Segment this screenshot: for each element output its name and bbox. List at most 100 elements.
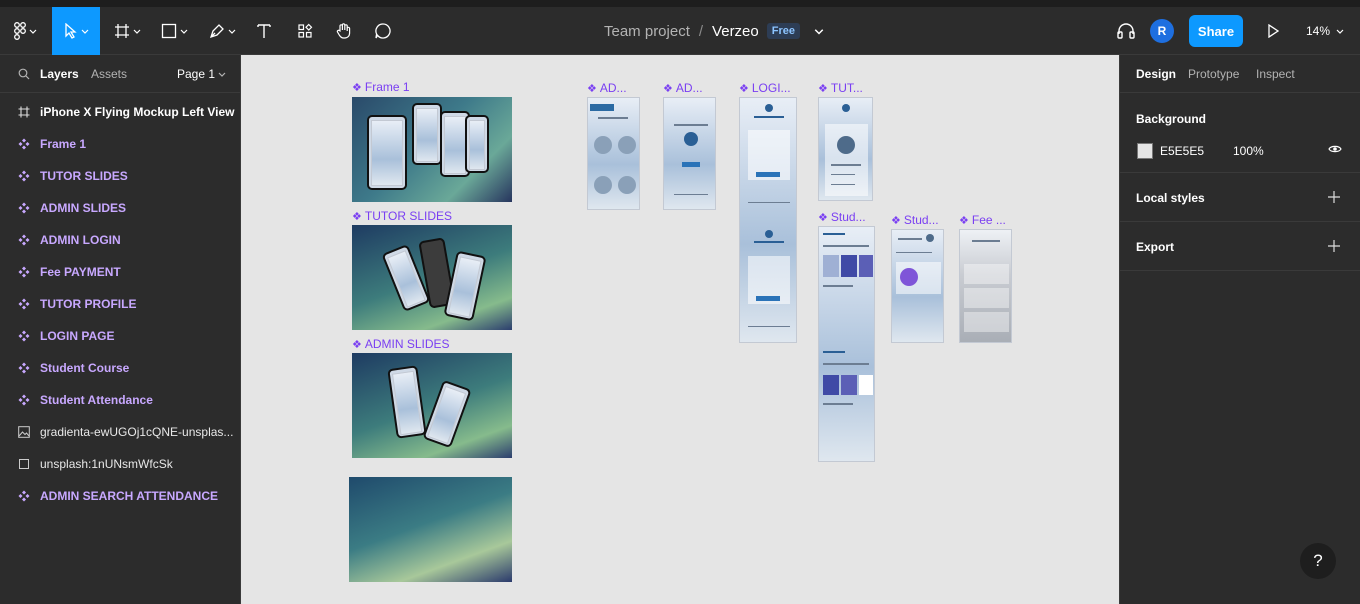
phone-screen [448, 256, 482, 318]
gradient-background-image[interactable] [349, 477, 512, 582]
fee-payment-screen[interactable] [959, 229, 1012, 343]
layer-label: Student Attendance [40, 393, 153, 407]
pen-tool-icon [209, 24, 224, 39]
screen-text [598, 117, 628, 119]
layer-item[interactable]: ADMIN SEARCH ATTENDANCE [0, 480, 240, 512]
file-menu-chevron-icon[interactable] [814, 26, 824, 36]
frame-label[interactable]: ❖ Stud... [891, 213, 939, 227]
component-icon [18, 170, 30, 182]
frame-label[interactable]: ❖ Stud... [818, 210, 866, 224]
student-course-screen[interactable] [818, 226, 875, 462]
page-name: Page 1 [177, 67, 216, 81]
layer-item[interactable]: ADMIN SLIDES [0, 192, 240, 224]
move-tool-button[interactable] [52, 7, 100, 55]
layer-item[interactable]: unsplash:1nUNsmWfcSk [0, 448, 240, 480]
audio-button[interactable] [1112, 7, 1140, 55]
background-opacity-input[interactable]: 100% [1233, 144, 1264, 158]
tab-design[interactable]: Design [1136, 67, 1176, 81]
figma-menu-icon [13, 22, 26, 40]
plus-icon[interactable] [1328, 240, 1340, 252]
student-attendance-screen[interactable] [891, 229, 944, 343]
login-page-screen[interactable] [739, 97, 797, 343]
phone-screen [371, 120, 403, 186]
search-icon[interactable] [18, 68, 30, 80]
component-icon [18, 234, 30, 246]
tab-inspect[interactable]: Inspect [1256, 67, 1295, 81]
layer-item[interactable]: LOGIN PAGE [0, 320, 240, 352]
screen-button [756, 172, 780, 177]
design-canvas[interactable]: ❖ Frame 1 ❖ TUTOR SLIDES ❖ ADMIN SLIDES ❖ AD… [241, 55, 1119, 604]
layer-item[interactable]: TUTOR SLIDES [0, 160, 240, 192]
layer-item[interactable]: TUTOR PROFILE [0, 288, 240, 320]
comment-tool-button[interactable] [370, 7, 396, 55]
eye-icon[interactable] [1328, 144, 1342, 154]
component-icon [18, 138, 30, 150]
screen-text [754, 116, 784, 118]
shape-tool-button[interactable] [154, 7, 194, 55]
frame-tool-button[interactable] [108, 7, 146, 55]
frame-icon [18, 106, 30, 118]
team-name[interactable]: Team project [604, 23, 690, 40]
frame-label[interactable]: ❖ ADMIN SLIDES [352, 337, 450, 351]
frame-label[interactable]: ❖ AD... [587, 81, 627, 95]
component-icon: ❖ [587, 83, 597, 95]
layer-label: ADMIN SLIDES [40, 201, 127, 215]
file-name[interactable]: Verzeo [712, 23, 759, 40]
layer-item[interactable]: Frame 1 [0, 128, 240, 160]
layer-label: LOGIN PAGE [40, 329, 115, 343]
frame-label-text: LOGI... [751, 81, 791, 95]
tab-prototype[interactable]: Prototype [1188, 67, 1239, 81]
admin-login-screen[interactable] [663, 97, 716, 210]
background-hex-input[interactable]: E5E5E5 [1160, 144, 1204, 158]
screen-button [756, 296, 780, 301]
frame-label-text: AD... [599, 81, 627, 95]
admin-attendance-screen[interactable] [587, 97, 640, 210]
tab-assets[interactable]: Assets [91, 67, 127, 81]
component-icon [18, 490, 30, 502]
screen-button [682, 162, 700, 167]
plus-icon[interactable] [1328, 191, 1340, 203]
screen-text [831, 174, 855, 175]
hand-tool-button[interactable] [330, 7, 358, 55]
text-tool-button[interactable] [250, 7, 278, 55]
zoom-dropdown[interactable]: 14% [1306, 7, 1344, 55]
tutor-slides-mockup[interactable] [352, 225, 512, 330]
frame-label[interactable]: ❖ LOGI... [739, 81, 791, 95]
user-avatar[interactable]: R [1150, 19, 1174, 43]
page-selector[interactable]: Page 1 [177, 67, 226, 81]
screen-header [590, 104, 614, 111]
frame-label[interactable]: ❖ Frame 1 [352, 80, 410, 94]
screen-text [896, 252, 932, 253]
help-button[interactable]: ? [1300, 543, 1336, 579]
layer-item[interactable]: ADMIN LOGIN [0, 224, 240, 256]
layer-label: ADMIN SEARCH ATTENDANCE [40, 489, 218, 503]
main-menu-button[interactable] [6, 7, 44, 55]
present-button[interactable] [1262, 7, 1284, 55]
layer-item[interactable]: Student Attendance [0, 384, 240, 416]
left-panel-tabs: Layers Assets Page 1 [0, 55, 240, 93]
screen-text [823, 363, 869, 365]
course-card [859, 255, 873, 277]
background-color-swatch[interactable] [1137, 143, 1153, 159]
frame-label[interactable]: ❖ Fee ... [959, 213, 1006, 227]
layer-item[interactable]: gradienta-ewUGOj1cQNE-unsplas... [0, 416, 240, 448]
frame-label[interactable]: ❖ TUTOR SLIDES [352, 209, 452, 223]
chevron-down-icon [218, 72, 226, 77]
admin-slides-mockup[interactable] [352, 353, 512, 458]
pen-tool-button[interactable] [202, 7, 242, 55]
frame-1-mockup[interactable] [352, 97, 512, 202]
plan-badge: Free [766, 23, 800, 39]
tab-layers[interactable]: Layers [40, 67, 79, 81]
layer-item[interactable]: Fee PAYMENT [0, 256, 240, 288]
layer-label: ADMIN LOGIN [40, 233, 121, 247]
share-button[interactable]: Share [1189, 15, 1243, 47]
layer-item[interactable]: Student Course [0, 352, 240, 384]
tutor-profile-screen[interactable] [818, 97, 873, 201]
resources-button[interactable] [290, 7, 320, 55]
frame-tool-icon [114, 24, 129, 38]
frame-label[interactable]: ❖ TUT... [818, 81, 863, 95]
phone-screen [444, 116, 466, 174]
frame-label[interactable]: ❖ AD... [663, 81, 703, 95]
phone-screen [416, 108, 438, 162]
layer-item[interactable]: iPhone X Flying Mockup Left View [0, 96, 240, 128]
